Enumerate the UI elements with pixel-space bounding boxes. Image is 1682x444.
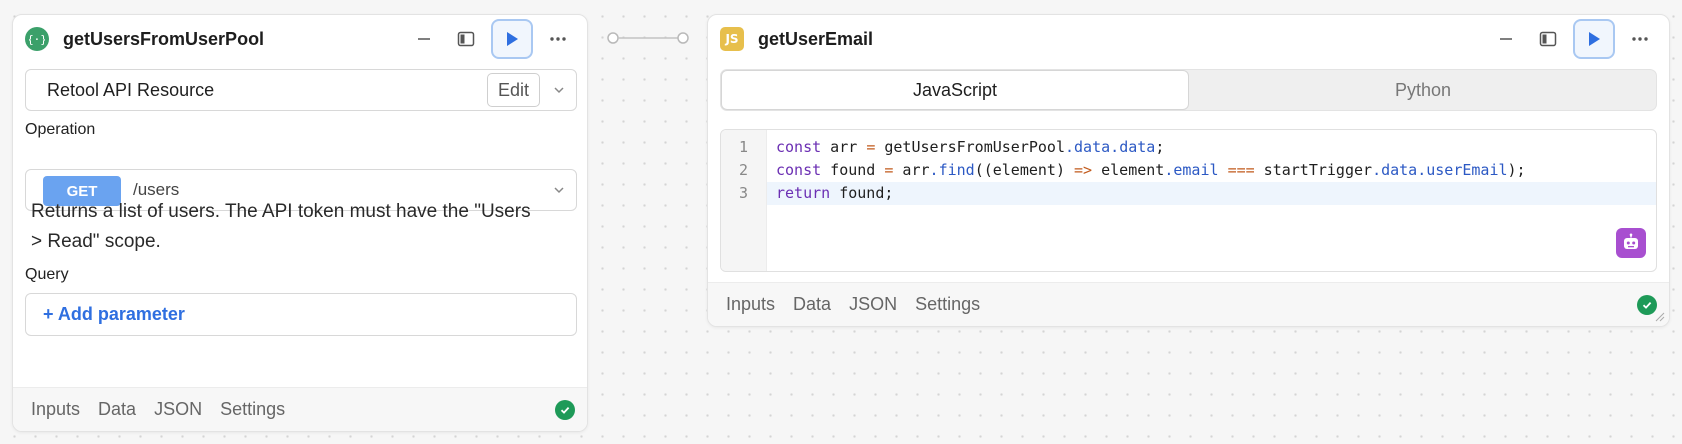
language-tabs: JavaScript Python: [720, 69, 1657, 111]
more-options-button[interactable]: [541, 22, 575, 56]
tab-data[interactable]: Data: [793, 294, 831, 315]
resource-selector[interactable]: Retool API Resource Edit: [25, 69, 577, 111]
line-number-gutter: 1 2 3: [721, 130, 767, 271]
play-icon: [1589, 32, 1600, 46]
success-check-icon: [1637, 295, 1657, 315]
block-header: JS getUserEmail: [708, 15, 1669, 63]
block-get-user-email[interactable]: JS getUserEmail JavaScript Python 1 2 3 …: [707, 14, 1670, 327]
block-footer: Inputs Data JSON Settings: [708, 282, 1669, 326]
tab-settings[interactable]: Settings: [915, 294, 980, 315]
line-number: 1: [738, 138, 749, 156]
tab-data[interactable]: Data: [98, 399, 136, 420]
block-connector: [607, 32, 689, 44]
minimize-button[interactable]: [1489, 22, 1523, 56]
code-line[interactable]: const arr = getUsersFromUserPool.data.da…: [767, 136, 1656, 159]
resource-name: Retool API Resource: [47, 79, 215, 100]
javascript-logo-icon: JS: [720, 27, 744, 51]
tab-inputs[interactable]: Inputs: [726, 294, 775, 315]
minimize-button[interactable]: [407, 22, 441, 56]
more-options-button[interactable]: [1623, 22, 1657, 56]
code-content[interactable]: const arr = getUsersFromUserPool.data.da…: [767, 136, 1656, 205]
toggle-panel-button[interactable]: [449, 22, 483, 56]
minus-icon: [418, 38, 430, 40]
block-title[interactable]: getUsersFromUserPool: [63, 29, 264, 50]
ellipsis-icon: [1632, 37, 1648, 41]
minus-icon: [1500, 38, 1512, 40]
line-number: 2: [738, 161, 749, 179]
block-header: {·} getUsersFromUserPool: [13, 15, 587, 63]
block-footer: Inputs Data JSON Settings: [13, 387, 587, 431]
add-parameter-button[interactable]: + Add parameter: [25, 293, 577, 336]
operation-description: Returns a list of users. The API token m…: [31, 201, 531, 252]
ai-assist-robot-icon[interactable]: [1616, 228, 1646, 258]
success-check-icon: [555, 400, 575, 420]
code-editor[interactable]: 1 2 3 const arr = getUsersFromUserPool.d…: [720, 129, 1657, 272]
tab-settings[interactable]: Settings: [220, 399, 285, 420]
run-button[interactable]: [491, 19, 533, 59]
tab-python[interactable]: Python: [1189, 70, 1657, 110]
tab-json[interactable]: JSON: [849, 294, 897, 315]
resize-handle-icon[interactable]: [1655, 312, 1665, 322]
play-icon: [507, 32, 518, 46]
svg-text:{·}: {·}: [29, 33, 45, 46]
tab-javascript[interactable]: JavaScript: [721, 70, 1189, 110]
tab-inputs[interactable]: Inputs: [31, 399, 80, 420]
run-button[interactable]: [1573, 19, 1615, 59]
chevron-down-icon[interactable]: [552, 83, 566, 97]
edit-resource-button[interactable]: Edit: [486, 73, 540, 107]
api-braces-icon: {·}: [25, 27, 49, 51]
tab-json[interactable]: JSON: [154, 399, 202, 420]
operation-label: Operation: [25, 121, 96, 138]
block-get-users-from-user-pool[interactable]: {·} getUsersFromUserPool Retool API Reso…: [12, 14, 588, 432]
line-number: 3: [738, 184, 749, 202]
sidebar-panel-icon: [457, 31, 475, 47]
ellipsis-icon: [550, 37, 566, 41]
code-line[interactable]: const found = arr.find((element) => elem…: [767, 159, 1656, 182]
code-line[interactable]: return found;: [767, 182, 1656, 205]
block-title[interactable]: getUserEmail: [758, 29, 873, 50]
sidebar-panel-icon: [1539, 31, 1557, 47]
toggle-panel-button[interactable]: [1531, 22, 1565, 56]
query-label: Query: [25, 266, 69, 283]
chevron-down-icon[interactable]: [552, 183, 566, 197]
